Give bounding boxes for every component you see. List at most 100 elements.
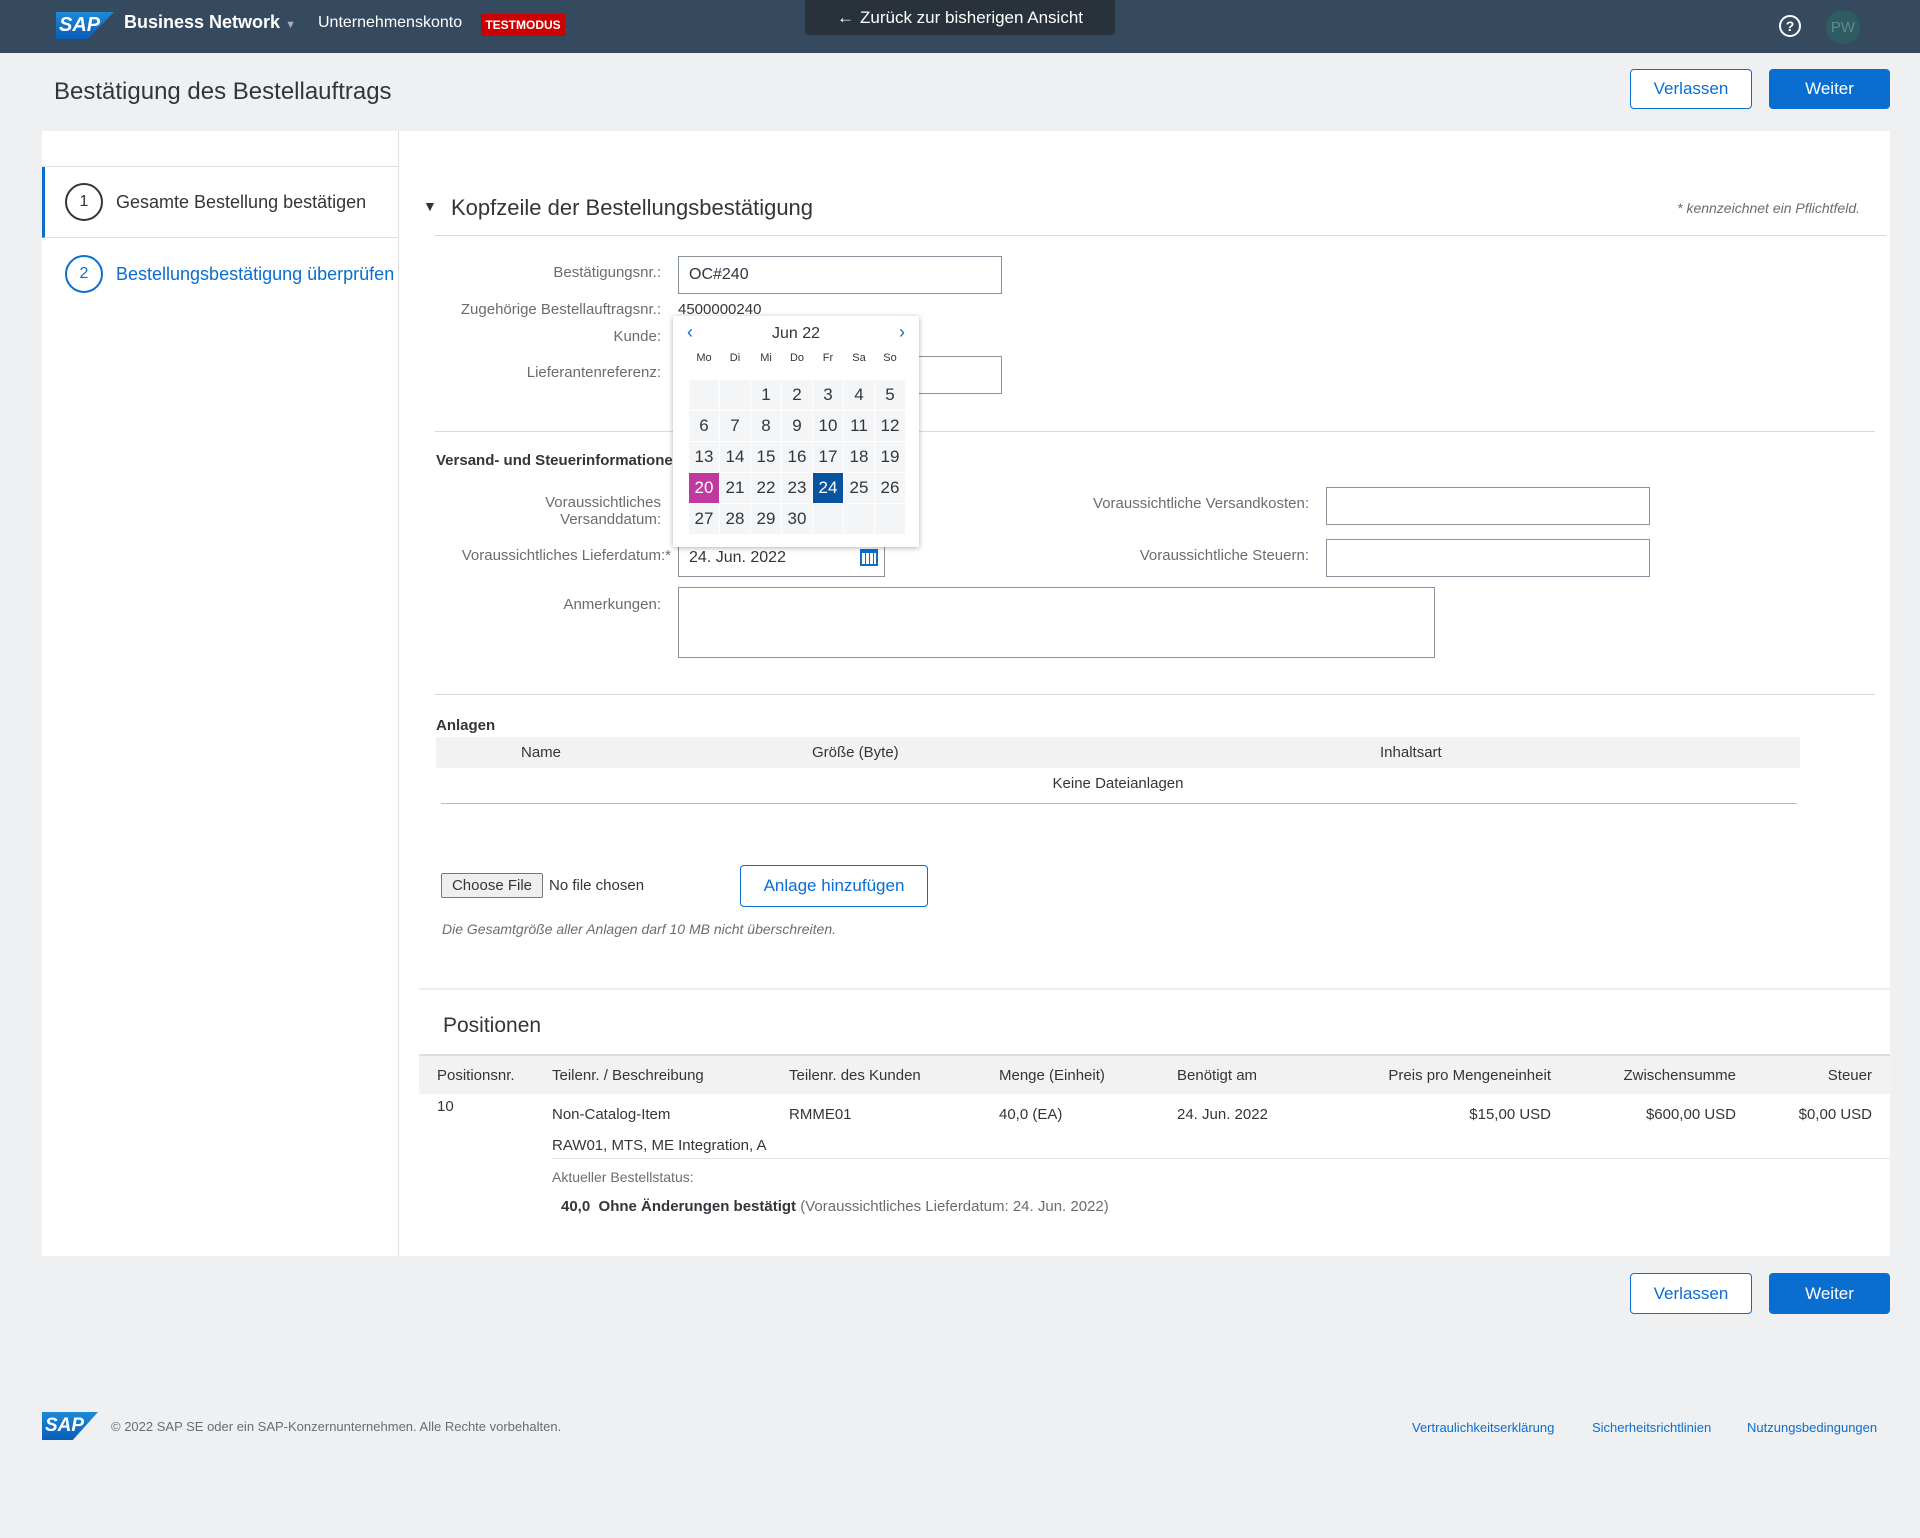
copyright: © 2022 SAP SE oder ein SAP-Konzernuntern… — [111, 1419, 562, 1434]
sap-logo[interactable]: SAP — [56, 12, 114, 39]
column-header: Name — [521, 744, 562, 761]
calendar-day[interactable]: 16 — [782, 442, 812, 472]
label-line: Voraussichtliches — [545, 494, 661, 511]
divider — [441, 803, 1797, 804]
shipping-title: Versand- und Steuerinformationen — [436, 452, 682, 469]
label-line: Versanddatum: — [560, 511, 661, 528]
column-header: Inhaltsart — [1380, 744, 1442, 761]
tax: $0,00 USD — [1798, 1106, 1872, 1123]
column-header: Steuer — [1827, 1067, 1872, 1084]
divider — [435, 431, 1875, 432]
column-header: Teilenr. / Beschreibung — [552, 1067, 704, 1084]
confirmation-number-input[interactable]: OC#240 — [678, 256, 1002, 294]
order-status: 40,0 Ohne Änderungen bestätigt (Voraussi… — [561, 1198, 1109, 1215]
calendar-day[interactable]: 1 — [751, 380, 781, 410]
calendar-day[interactable]: 4 — [844, 380, 874, 410]
weekday-label: Mo — [696, 352, 712, 364]
calendar-day[interactable]: 7 — [720, 411, 750, 441]
calendar-day[interactable]: 25 — [844, 473, 874, 503]
customer-label: Kunde: — [613, 328, 661, 345]
ship-cost-label: Voraussichtliche Versandkosten: — [1093, 495, 1309, 512]
calendar-day[interactable]: 28 — [720, 504, 750, 534]
part-number: Non-Catalog-Item — [552, 1106, 671, 1123]
ship-date-label: Voraussichtliches Versanddatum: — [400, 494, 661, 528]
weekday-label: Di — [729, 352, 741, 364]
calendar-day[interactable]: 6 — [689, 411, 719, 441]
calendar-day[interactable]: 22 — [751, 473, 781, 503]
leave-button[interactable]: Verlassen — [1630, 69, 1752, 109]
security-link[interactable]: Sicherheitsrichtlinien — [1592, 1420, 1711, 1435]
next-button[interactable]: Weiter — [1769, 69, 1890, 109]
positions-title: Positionen — [443, 1014, 542, 1037]
calendar-empty-cell — [813, 504, 843, 534]
calendar-day[interactable]: 21 — [720, 473, 750, 503]
sidebar-divider — [398, 131, 399, 1256]
next-month-icon[interactable]: › — [899, 322, 905, 343]
help-icon[interactable]: ? — [1779, 15, 1801, 37]
calendar-day[interactable]: 10 — [813, 411, 843, 441]
weekday-label: Fr — [822, 352, 834, 364]
calendar-day[interactable]: 26 — [875, 473, 905, 503]
calendar-day[interactable]: 13 — [689, 442, 719, 472]
next-button-bottom[interactable]: Weiter — [1769, 1273, 1890, 1314]
calendar-day[interactable]: 8 — [751, 411, 781, 441]
attachment-size-note: Die Gesamtgröße aller Anlagen darf 10 MB… — [442, 921, 837, 937]
delivery-date-label: Voraussichtliches Lieferdatum:* — [400, 547, 671, 564]
calendar-day[interactable]: 30 — [782, 504, 812, 534]
calendar-day[interactable]: 19 — [875, 442, 905, 472]
part-description: RAW01, MTS, ME Integration, A — [552, 1137, 767, 1154]
section-title: Kopfzeile der Bestellungsbestätigung — [451, 195, 814, 220]
calendar-month[interactable]: Jun 22 — [673, 325, 919, 343]
calendar-day[interactable]: 12 — [875, 411, 905, 441]
calendar-day[interactable]: 17 — [813, 442, 843, 472]
product-menu[interactable]: Business Network ▼ — [124, 12, 296, 33]
calendar-day[interactable]: 20 — [689, 473, 719, 503]
calendar-icon[interactable] — [860, 549, 878, 566]
column-header: Teilenr. des Kunden — [789, 1067, 921, 1084]
position-number: 10 — [437, 1098, 454, 1115]
column-header: Größe (Byte) — [812, 744, 899, 761]
calendar-day[interactable]: 3 — [813, 380, 843, 410]
top-bar: SAP Business Network ▼ Unternehmenskonto… — [0, 0, 1920, 53]
step-number: 1 — [65, 183, 103, 221]
weekday-label: Mi — [760, 352, 772, 364]
terms-link[interactable]: Nutzungsbedingungen — [1747, 1420, 1877, 1435]
product-name: Business Network — [124, 12, 281, 32]
tax-input[interactable] — [1326, 539, 1650, 577]
calendar-day[interactable]: 15 — [751, 442, 781, 472]
choose-file-button[interactable]: Choose File — [441, 873, 543, 898]
tax-label: Voraussichtliche Steuern: — [1139, 547, 1309, 564]
account-label: Unternehmenskonto — [318, 14, 463, 31]
collapse-triangle-icon[interactable]: ▼ — [423, 198, 437, 214]
column-header: Menge (Einheit) — [999, 1067, 1105, 1084]
calendar-day[interactable]: 5 — [875, 380, 905, 410]
comments-textarea[interactable] — [678, 587, 1435, 658]
calendar-day[interactable]: 18 — [844, 442, 874, 472]
calendar-day[interactable]: 2 — [782, 380, 812, 410]
delivery-date-value: 24. Jun. 2022 — [689, 549, 786, 566]
back-label: Zurück zur bisherigen Ansicht — [860, 7, 1083, 27]
calendar-day[interactable]: 27 — [689, 504, 719, 534]
required-note: * kennzeichnet ein Pflichtfeld. — [1677, 200, 1860, 216]
ship-cost-input[interactable] — [1326, 487, 1650, 525]
need-by-date: 24. Jun. 2022 — [1177, 1106, 1268, 1123]
calendar-day[interactable]: 11 — [844, 411, 874, 441]
comments-label: Anmerkungen: — [563, 596, 661, 613]
calendar-day[interactable]: 29 — [751, 504, 781, 534]
status-text: Ohne Änderungen bestätigt — [598, 1198, 797, 1215]
step-1[interactable]: 1 Gesamte Bestellung bestätigen — [42, 167, 398, 238]
step-2[interactable]: 2 Bestellungsbestätigung überprüfen — [42, 238, 398, 309]
no-file-text: No file chosen — [549, 877, 645, 894]
step-label: Gesamte Bestellung bestätigen — [116, 192, 367, 212]
calendar-day[interactable]: 9 — [782, 411, 812, 441]
weekday-label: Do — [789, 352, 805, 364]
avatar[interactable]: PW — [1826, 10, 1860, 44]
privacy-link[interactable]: Vertraulichkeitserklärung — [1412, 1420, 1554, 1435]
calendar-day[interactable]: 23 — [782, 473, 812, 503]
po-label: Zugehörige Bestellauftragsnr.: — [460, 301, 661, 318]
back-to-classic-view-button[interactable]: ← Zurück zur bisherigen Ansicht — [805, 0, 1115, 35]
leave-button-bottom[interactable]: Verlassen — [1630, 1273, 1752, 1314]
calendar-day[interactable]: 14 — [720, 442, 750, 472]
calendar-day[interactable]: 24 — [813, 473, 843, 503]
add-attachment-button[interactable]: Anlage hinzufügen — [740, 865, 928, 907]
